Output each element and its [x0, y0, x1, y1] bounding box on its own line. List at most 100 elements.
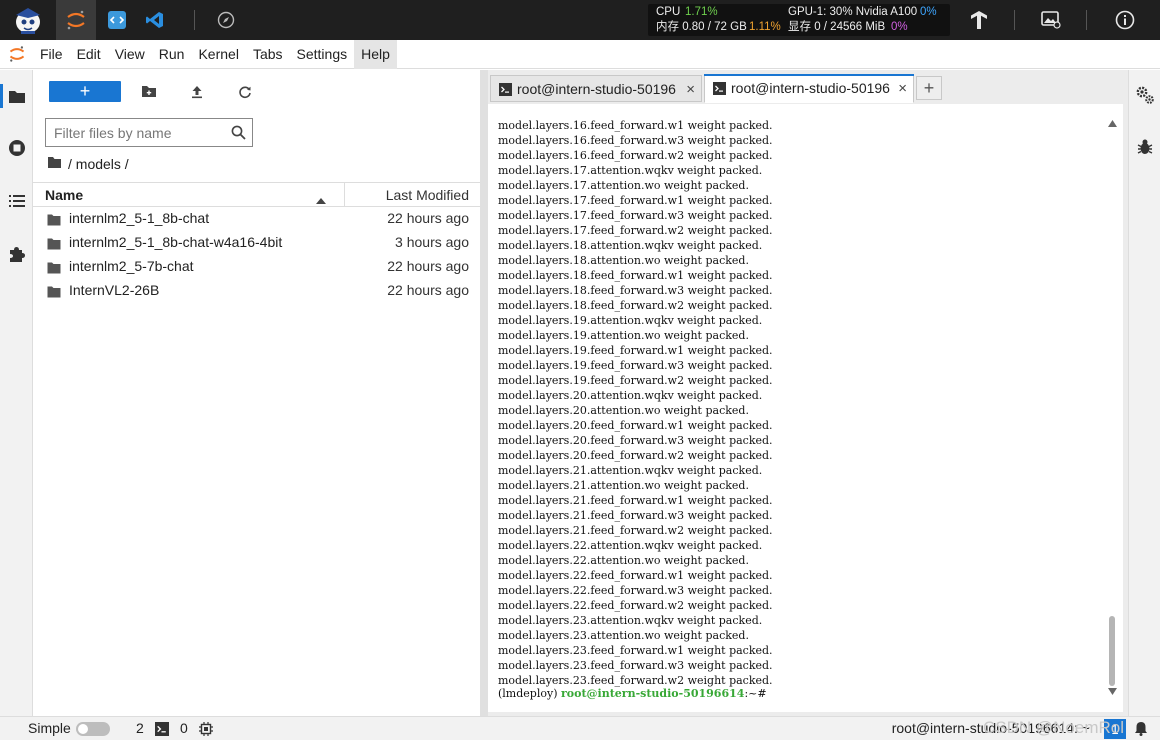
- tab-terminal-2[interactable]: root@intern-studio-50196 ×: [704, 74, 914, 103]
- panel-splitter[interactable]: [480, 70, 488, 716]
- terminal-line: model.layers.20.feed_forward.w3 weight p…: [498, 434, 773, 447]
- tensorflow-icon[interactable]: [962, 0, 996, 40]
- refresh-icon[interactable]: [233, 81, 257, 102]
- file-list-item[interactable]: internlm2_5-1_8b-chat-w4a16-4bit 3 hours…: [33, 231, 480, 255]
- tab-label: root@intern-studio-50196: [517, 81, 676, 97]
- terminal-panel: root@intern-studio-50196 × root@intern-s…: [488, 70, 1128, 716]
- scroll-up-arrow-icon[interactable]: [1108, 114, 1117, 130]
- file-list-item[interactable]: InternVL2-26B 22 hours ago: [33, 279, 480, 303]
- file-list-item[interactable]: internlm2_5-7b-chat 22 hours ago: [33, 255, 480, 279]
- compass-icon[interactable]: [212, 0, 240, 40]
- terminal-scrollbar[interactable]: [1106, 114, 1118, 698]
- tab-close-icon[interactable]: ×: [898, 80, 907, 97]
- terminal-line: model.layers.20.feed_forward.w2 weight p…: [498, 449, 773, 462]
- notification-count-badge[interactable]: 1: [1104, 719, 1126, 739]
- jupyterlab-window: CPU 1.71% 内存 0.80 / 72 GB 1.11% GPU-1: 3…: [0, 0, 1160, 740]
- column-name-header[interactable]: Name: [45, 187, 83, 203]
- terminal-line: model.layers.18.attention.wo weight pack…: [498, 254, 749, 267]
- terminal-log: model.layers.16.feed_forward.w1 weight p…: [498, 118, 1098, 688]
- menu-file[interactable]: File: [33, 40, 70, 69]
- code-server-icon[interactable]: [100, 0, 134, 40]
- notification-bell-icon[interactable]: [1134, 721, 1148, 739]
- memory-label: 内存 0.80 / 72 GB: [656, 21, 747, 33]
- terminal-line: model.layers.19.feed_forward.w2 weight p…: [498, 374, 773, 387]
- terminal-line: model.layers.20.attention.wo weight pack…: [498, 404, 749, 417]
- filter-files-field[interactable]: [45, 118, 253, 147]
- info-icon[interactable]: [1108, 0, 1142, 40]
- column-divider[interactable]: [344, 183, 345, 207]
- menu-run[interactable]: Run: [152, 40, 192, 69]
- terminal-line: model.layers.21.feed_forward.w3 weight p…: [498, 509, 773, 522]
- debugger-bug-icon[interactable]: [1129, 132, 1160, 162]
- image-settings-icon[interactable]: [1034, 0, 1068, 40]
- right-sidebar: [1128, 70, 1160, 716]
- scroll-down-arrow-icon[interactable]: [1108, 682, 1117, 698]
- terminal-line: model.layers.16.feed_forward.w1 weight p…: [498, 119, 773, 132]
- file-name: internlm2_5-7b-chat: [69, 258, 194, 274]
- file-list-item[interactable]: internlm2_5-1_8b-chat 22 hours ago: [33, 207, 480, 231]
- kernel-cpu-icon[interactable]: [199, 722, 213, 739]
- extensions-puzzle-icon[interactable]: [0, 239, 33, 269]
- sort-ascending-icon[interactable]: [316, 191, 326, 207]
- vscode-icon[interactable]: [138, 0, 172, 40]
- terminal-line: model.layers.21.feed_forward.w1 weight p…: [498, 494, 773, 507]
- file-modified: 22 hours ago: [387, 258, 469, 274]
- terminal-line: model.layers.23.feed_forward.w3 weight p…: [498, 659, 773, 672]
- vram-label: 显存 0 / 24566 MiB: [788, 21, 886, 33]
- tab-close-icon[interactable]: ×: [686, 81, 695, 98]
- terminal-line: model.layers.22.attention.wo weight pack…: [498, 554, 749, 567]
- menu-settings[interactable]: Settings: [290, 40, 355, 69]
- file-list-header: Name Last Modified: [33, 182, 480, 207]
- terminal-line: model.layers.16.feed_forward.w2 weight p…: [498, 149, 773, 162]
- home-folder-icon[interactable]: [47, 156, 62, 172]
- file-name: internlm2_5-1_8b-chat-w4a16-4bit: [69, 234, 283, 250]
- terminal-count[interactable]: 2: [136, 720, 144, 736]
- terminal-line: model.layers.22.feed_forward.w2 weight p…: [498, 599, 773, 612]
- running-sessions-stop-icon[interactable]: [0, 133, 33, 163]
- table-of-contents-icon[interactable]: [0, 186, 33, 216]
- simple-mode-label: Simple: [28, 720, 71, 736]
- new-folder-icon[interactable]: [137, 81, 161, 102]
- jupyter-icon[interactable]: [56, 0, 96, 40]
- file-modified: 22 hours ago: [387, 210, 469, 226]
- folder-icon: [47, 213, 61, 229]
- breadcrumb-path[interactable]: / models /: [68, 156, 129, 172]
- terminal-line: model.layers.19.attention.wqkv weight pa…: [498, 314, 763, 327]
- active-terminal-status: root@intern-studio-50196614: ~: [891, 720, 1090, 736]
- terminal-prompt[interactable]: (lmdeploy) root@intern-studio-50196614:~…: [498, 686, 770, 701]
- terminal-line: model.layers.16.feed_forward.w3 weight p…: [498, 134, 773, 147]
- cpu-value: 1.71%: [685, 6, 718, 18]
- terminal-output[interactable]: model.layers.16.feed_forward.w1 weight p…: [488, 104, 1123, 712]
- terminal-line: model.layers.23.feed_forward.w1 weight p…: [498, 644, 773, 657]
- jupyter-logo-icon: [0, 40, 33, 69]
- terminal-line: model.layers.23.attention.wo weight pack…: [498, 629, 749, 642]
- tab-terminal-1[interactable]: root@intern-studio-50196 ×: [490, 75, 702, 102]
- menu-view[interactable]: View: [108, 40, 152, 69]
- menu-kernel[interactable]: Kernel: [191, 40, 245, 69]
- terminal-line: model.layers.17.feed_forward.w2 weight p…: [498, 224, 773, 237]
- upload-icon[interactable]: [185, 81, 209, 102]
- filter-files-input[interactable]: [54, 124, 224, 142]
- terminal-line: model.layers.17.feed_forward.w3 weight p…: [498, 209, 773, 222]
- file-modified: 22 hours ago: [387, 282, 469, 298]
- kernel-count[interactable]: 0: [180, 720, 188, 736]
- terminal-line: model.layers.20.feed_forward.w1 weight p…: [498, 419, 773, 432]
- menu-bar: File Edit View Run Kernel Tabs Settings …: [0, 39, 1160, 69]
- terminal-line: model.layers.21.feed_forward.w2 weight p…: [498, 524, 773, 537]
- column-last-modified-header[interactable]: Last Modified: [386, 187, 469, 203]
- terminal-line: model.layers.18.attention.wqkv weight pa…: [498, 239, 763, 252]
- scrollbar-thumb[interactable]: [1109, 616, 1115, 686]
- terminal-line: model.layers.17.attention.wo weight pack…: [498, 179, 749, 192]
- terminal-icon: [713, 82, 726, 98]
- menu-tabs[interactable]: Tabs: [246, 40, 290, 69]
- intern-studio-logo-icon[interactable]: [6, 0, 50, 40]
- add-tab-button[interactable]: +: [916, 76, 942, 100]
- simple-mode-toggle[interactable]: [76, 722, 110, 736]
- menu-help[interactable]: Help: [354, 39, 397, 69]
- terminal-icon[interactable]: [155, 722, 169, 739]
- property-inspector-gears-icon[interactable]: [1129, 80, 1160, 110]
- menu-edit[interactable]: Edit: [70, 40, 108, 69]
- file-browser-folder-icon[interactable]: [0, 81, 33, 111]
- toolbar-divider: [194, 10, 195, 30]
- new-launcher-button[interactable]: +: [49, 81, 121, 102]
